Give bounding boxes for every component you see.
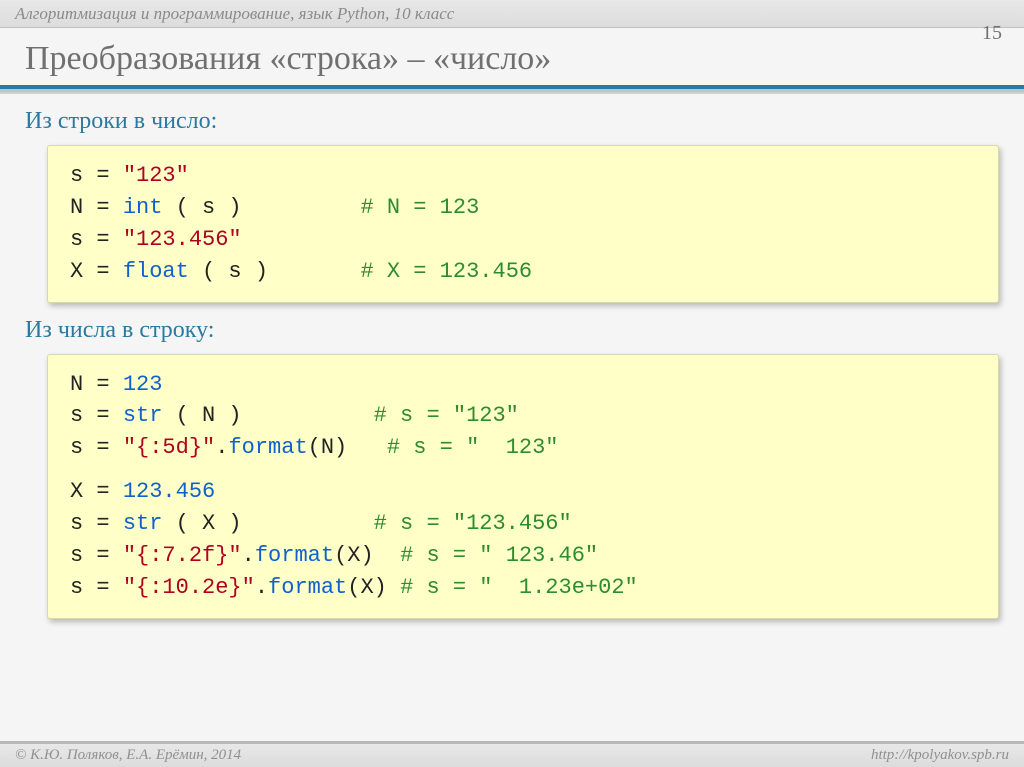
code-line: X = 123.456 — [70, 476, 976, 508]
code-line: s = str ( X ) # s = "123.456" — [70, 508, 976, 540]
code-block-2: N = 123 s = str ( N ) # s = "123" s = "{… — [47, 354, 999, 619]
content-area: Из строки в число: s = "123" N = int ( s… — [25, 100, 999, 633]
page-number: 15 — [982, 22, 1002, 45]
footer-url: http://kpolyakov.spb.ru — [871, 747, 1009, 764]
slide-title: Преобразования «строка» – «число» — [25, 40, 551, 78]
slide-footer: © К.Ю. Поляков, Е.А. Ерёмин, 2014 http:/… — [0, 741, 1024, 767]
code-gap — [70, 464, 976, 476]
code-line: X = float ( s ) # X = 123.456 — [70, 256, 976, 288]
title-underline — [0, 85, 1024, 89]
section1-label: Из строки в число: — [25, 108, 999, 135]
code-line: s = "123.456" — [70, 224, 976, 256]
code-block-1: s = "123" N = int ( s ) # N = 123 s = "1… — [47, 145, 999, 303]
slide-header: Алгоритмизация и программирование, язык … — [0, 0, 1024, 28]
section2-label: Из числа в строку: — [25, 317, 999, 344]
code-line: N = int ( s ) # N = 123 — [70, 192, 976, 224]
code-line: s = "{:7.2f}".format(X) # s = " 123.46" — [70, 540, 976, 572]
footer-copyright: © К.Ю. Поляков, Е.А. Ерёмин, 2014 — [15, 747, 241, 764]
code-line: s = "{:10.2e}".format(X) # s = " 1.23e+0… — [70, 572, 976, 604]
code-line: N = 123 — [70, 369, 976, 401]
code-line: s = "{:5d}".format(N) # s = " 123" — [70, 432, 976, 464]
code-line: s = "123" — [70, 160, 976, 192]
header-text: Алгоритмизация и программирование, язык … — [15, 4, 454, 23]
code-line: s = str ( N ) # s = "123" — [70, 400, 976, 432]
